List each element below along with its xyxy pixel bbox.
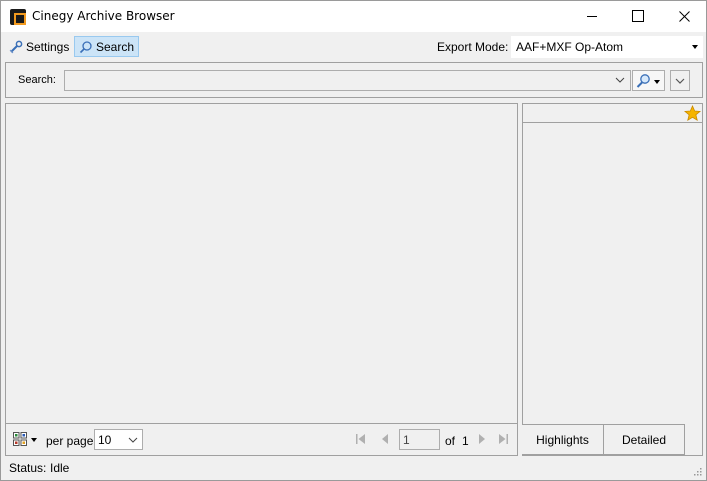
- status-bar: Status: Idle: [1, 458, 706, 480]
- dropdown-arrow-icon: [692, 45, 698, 49]
- favorite-star-icon[interactable]: [684, 105, 701, 122]
- search-label: Search:: [18, 74, 56, 86]
- search-menu-label: Search: [96, 39, 135, 54]
- status-label: Status:: [9, 461, 47, 475]
- maximize-button[interactable]: [615, 1, 661, 31]
- chevron-down-icon: [675, 78, 685, 84]
- per-page-value: 10: [98, 432, 112, 447]
- search-menu-button[interactable]: Search: [74, 36, 140, 57]
- run-search-button[interactable]: [632, 70, 665, 91]
- expand-search-button[interactable]: [670, 70, 690, 91]
- title-bar[interactable]: Cinegy Archive Browser: [1, 1, 706, 32]
- cinegy-app-icon: [10, 9, 26, 25]
- per-page-dropdown[interactable]: 10: [94, 429, 143, 450]
- current-page-input[interactable]: 1: [399, 429, 440, 450]
- resize-grip-icon[interactable]: [692, 466, 702, 476]
- detail-panel: Highlights Detailed: [522, 103, 703, 456]
- magnifier-icon: [79, 40, 92, 53]
- total-pages: 1: [462, 434, 469, 448]
- magnifier-icon: [636, 74, 650, 88]
- settings-menu-button[interactable]: Settings: [5, 36, 73, 57]
- detail-tabs: Highlights Detailed: [522, 424, 702, 455]
- detail-panel-header: [523, 104, 702, 123]
- tab-detailed[interactable]: Detailed: [603, 424, 685, 455]
- export-mode-label: Export Mode:: [437, 40, 509, 54]
- search-query-combobox[interactable]: [64, 70, 631, 91]
- export-mode-value: AAF+MXF Op-Atom: [516, 40, 624, 54]
- close-button[interactable]: [661, 1, 707, 31]
- export-mode-dropdown[interactable]: AAF+MXF Op-Atom: [511, 36, 703, 58]
- status-value: Idle: [50, 461, 70, 475]
- results-list[interactable]: [5, 103, 518, 424]
- settings-label: Settings: [26, 39, 70, 54]
- minimize-button[interactable]: [569, 1, 615, 31]
- chevron-down-icon: [128, 437, 138, 443]
- view-mode-icon[interactable]: [13, 432, 27, 446]
- last-page-icon[interactable]: [497, 433, 509, 445]
- app-window: Cinegy Archive Browser Settings Search E…: [0, 0, 707, 481]
- dropdown-arrow-icon: [654, 80, 660, 84]
- of-label: of: [445, 434, 456, 448]
- settings-wrench-icon: [9, 40, 23, 53]
- search-panel: Search:: [5, 62, 703, 98]
- view-mode-dropdown-arrow-icon[interactable]: [31, 438, 37, 442]
- close-icon: [678, 10, 690, 22]
- first-page-icon[interactable]: [355, 433, 367, 445]
- pager-bar: per page: 10 1 of 1: [5, 424, 518, 456]
- previous-page-icon[interactable]: [379, 433, 391, 445]
- next-page-icon[interactable]: [476, 433, 488, 445]
- per-page-label: per page:: [46, 434, 97, 448]
- chevron-down-icon[interactable]: [614, 74, 626, 86]
- tab-highlights[interactable]: Highlights: [522, 424, 604, 455]
- window-title: Cinegy Archive Browser: [32, 9, 175, 23]
